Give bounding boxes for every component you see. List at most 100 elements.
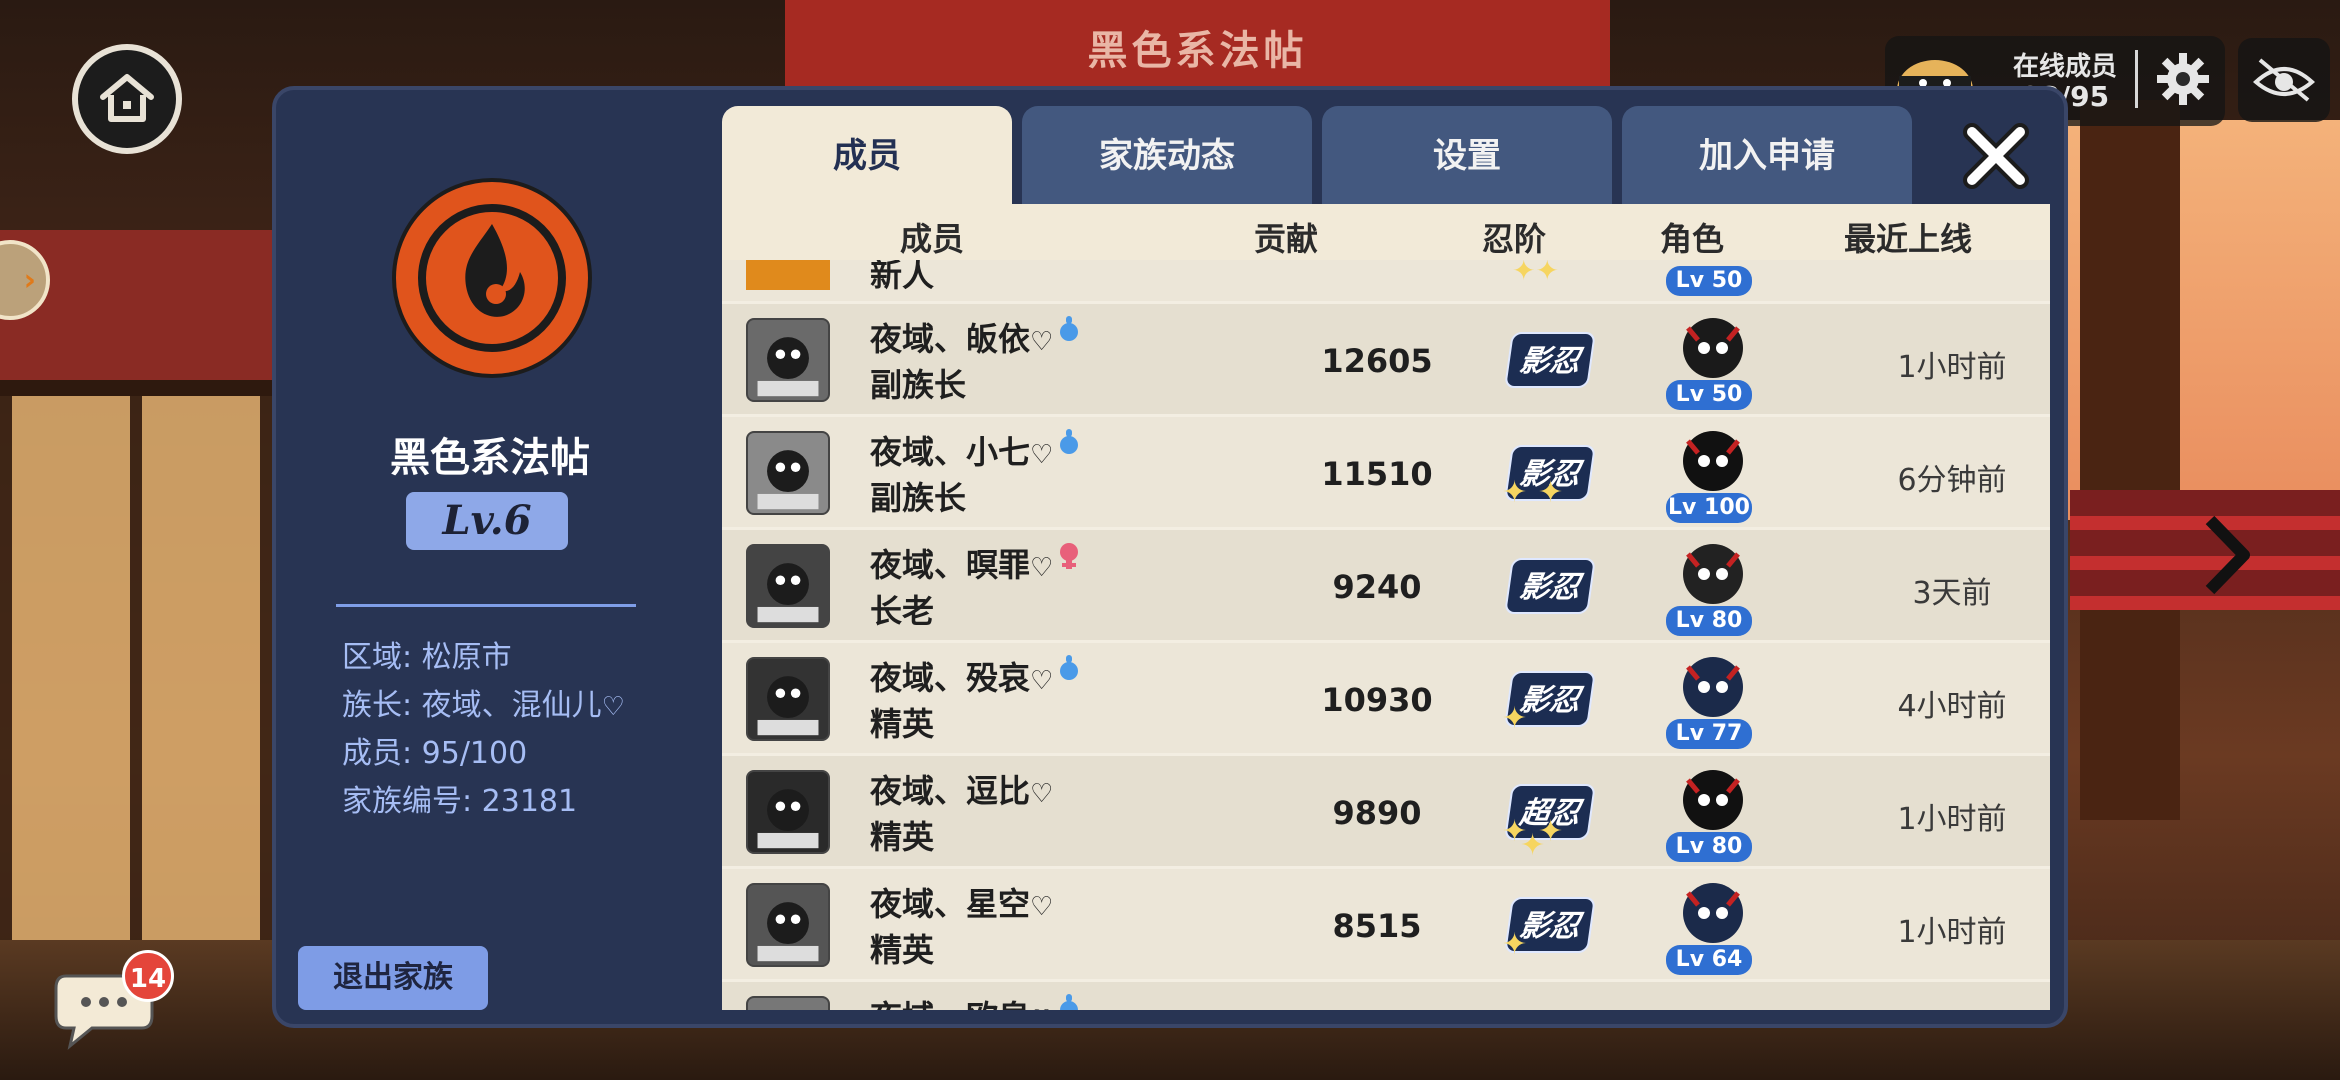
table-row[interactable]: 夜域、逗比♡ 精英 9890 超忍 ✦ ✦ ✦ Lv 80 1小时前 [722,756,2050,869]
member-last-online: 1小时前 [1897,915,2007,950]
role-level: Lv 100 [1666,493,1752,523]
rank-emblem: 影忍 [1482,544,1612,628]
member-role: 精英 [870,705,935,743]
rank-emblem: 影忍 ✦ [1482,883,1612,967]
member-name-text: 夜域、殁哀 [870,659,1031,697]
tab-join-requests[interactable]: 加入申请 [1622,106,1912,206]
heart-icon: ♡ [1030,440,1054,470]
character-portrait-icon [1683,657,1743,717]
table-row[interactable]: 夜域、暝罪♡ 长老 9240 影忍 Lv 80 3天前 [722,530,2050,643]
chevron-right-icon[interactable] [2196,510,2256,600]
avatar [746,318,830,402]
rank-star-icon: ✦ [1502,701,1528,736]
member-last-online: 6分钟前 [1897,463,2007,498]
member-name: 夜域、皈依♡ [870,314,1081,360]
member-last-online: 4小时前 [1897,689,2007,724]
family-level-badge: Lv.6 [406,492,568,550]
home-button[interactable] [72,44,182,154]
avatar [746,431,830,515]
avatar-image-icon [757,902,819,962]
family-id: 家族编号: 23181 [342,784,578,819]
heart-icon: ♡ [1030,327,1054,357]
role-level: Lv 50 [1666,380,1752,410]
family-name: 黑色系法帖 [390,435,590,481]
heart-icon: ♡ [1030,666,1054,696]
header-rank[interactable]: 忍阶 [1482,214,1546,260]
member-last-online: 3天前 [1912,576,1992,611]
member-contribution: 11510 [1321,455,1433,493]
female-icon [1060,543,1079,569]
header-role: 角色 [1660,220,1725,258]
character-portrait-icon [1683,544,1743,604]
member-name: 夜域、殁哀♡ [870,653,1081,699]
member-contribution: 8515 [1332,907,1422,945]
view-toggle-button[interactable] [2238,38,2330,122]
avatar [746,770,830,854]
tab-family-activity[interactable]: 家族动态 [1022,106,1312,206]
member-role: 精英 [870,931,935,969]
member-name-text: 夜域、星空 [870,885,1031,923]
tab-members[interactable]: 成员 [722,106,1012,206]
avatar [746,544,830,628]
avatar-image-icon [757,789,819,849]
member-contribution: 9890 [1332,794,1422,832]
member-name-text: 夜域、逗比 [870,772,1031,810]
table-row[interactable]: 夜域、殁哀♡ 精英 10930 影忍 ✦ Lv 77 4小时前 [722,643,2050,756]
bg-pillar-right [2080,100,2180,820]
settings-button[interactable] [2148,44,2218,114]
avatar-image-icon [757,337,819,397]
member-last-online: 1小时前 [1897,802,2007,837]
family-region: 区域: 松原市 [342,640,512,675]
member-role: 副族长 [870,479,967,517]
family-leader-text: 族长: 夜域、混仙儿 [342,688,602,723]
rank-label: 影忍 [1504,332,1596,388]
gear-icon [2157,53,2209,105]
close-icon [1963,123,2029,189]
divider [336,604,636,607]
table-row[interactable]: 夜域、星空♡ 精英 8515 影忍 ✦ Lv 64 1小时前 [722,869,2050,982]
character-portrait-icon [1683,431,1743,491]
character-portrait-icon [1683,770,1743,830]
rank-star-icon: ✦ [1520,828,1546,863]
table-row[interactable]: 夜域、欧皇♡ [722,982,2050,1010]
table-header: 成员 贡献 忍阶 角色 最近上线 [722,204,2050,264]
home-icon [100,74,154,122]
avatar [746,883,830,967]
close-button[interactable] [1958,118,2034,194]
member-role: 长老 [870,592,935,630]
divider [2135,50,2138,108]
rank-label: 影忍 [1504,558,1596,614]
heart-icon: ♡ [601,692,625,722]
member-role: 副族长 [870,366,967,404]
male-icon [1060,994,1079,1010]
member-list: 夜域、皈依♡ 副族长 12605 影忍 Lv 50 1小时前 夜域、小七♡ 副族长 11510 影… [722,260,2050,1010]
member-name: 夜域、逗比♡ [870,766,1053,812]
member-name: 夜域、欧皇♡ [870,992,1081,1010]
header-contribution[interactable]: 贡献 [1254,214,1318,260]
member-table: 成员 贡献 忍阶 角色 最近上线 新人 ✦✦ Lv 50 夜域、皈依♡ 副族长 12… [722,204,2050,1010]
character-portrait-icon [1683,883,1743,943]
heart-icon: ♡ [1030,1005,1053,1010]
rank-emblem: 超忍 ✦ ✦ ✦ [1482,770,1612,863]
member-last-online: 1小时前 [1897,350,2007,385]
rank-emblem: 影忍 ✦ [1482,657,1612,741]
header-last-online[interactable]: 最近上线 [1844,214,1972,260]
table-row[interactable]: 夜域、小七♡ 副族长 11510 影忍 ✦ ✦ Lv 100 6分钟前 [722,417,2050,530]
family-leader: 族长: 夜域、混仙儿♡ [342,680,625,724]
member-contribution: 9240 [1332,568,1422,606]
quit-family-button[interactable]: 退出家族 [298,946,488,1010]
rank-emblem: 影忍 [1482,318,1612,402]
tab-settings[interactable]: 设置 [1322,106,1612,206]
member-contribution: 10930 [1321,681,1433,719]
member-name-text: 夜域、欧皇 [870,998,1030,1010]
rank-star-icon: ✦ [1538,475,1564,510]
role-level: Lv 80 [1666,606,1752,636]
bg-awning [0,230,300,380]
table-row[interactable]: 夜域、皈依♡ 副族长 12605 影忍 Lv 50 1小时前 [722,304,2050,417]
bg-banner-title: 黑色系法帖 [1087,28,1308,74]
member-name-text: 夜域、皈依 [870,320,1031,358]
bg-wall-left [0,380,300,940]
male-icon [1060,316,1079,341]
member-name: 夜域、小七♡ [870,427,1081,473]
rank-star-icon: ✦ [1502,927,1528,962]
